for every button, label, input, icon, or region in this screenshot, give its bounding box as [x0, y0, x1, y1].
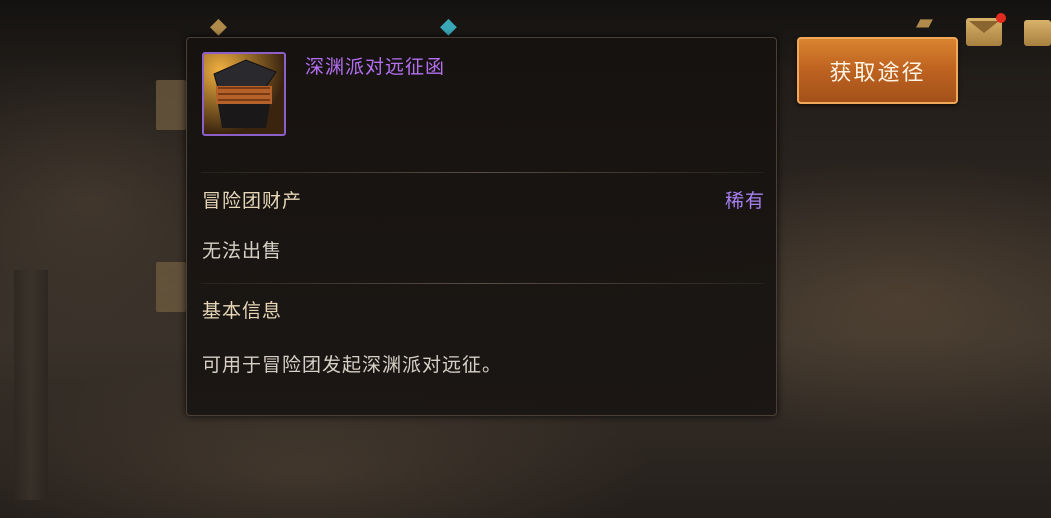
item-name: 深渊派对远征函 [305, 56, 446, 78]
divider [201, 172, 764, 173]
item-category: 冒险团财产 [202, 190, 303, 212]
item-tooltip: 深渊派对远征函 冒险团财产 稀有 无法出售 基本信息 可用于冒险团发起深渊派对远… [186, 37, 777, 416]
gem-icon: ◆ [440, 14, 457, 39]
chest-icon[interactable]: ▰ [916, 10, 933, 35]
sell-status: 无法出售 [202, 240, 283, 262]
section-title: 基本信息 [202, 300, 283, 322]
gold-icon: ◆ [210, 14, 227, 39]
mail-icon[interactable] [966, 18, 1002, 46]
item-icon [202, 52, 286, 136]
rarity-label: 稀有 [724, 190, 765, 212]
chat-icon[interactable] [1024, 20, 1051, 46]
expedition-letter-icon [204, 54, 284, 134]
item-description: 可用于冒险团发起深渊派对远征。 [202, 354, 503, 376]
notification-dot [996, 13, 1006, 23]
background-tab[interactable] [156, 80, 186, 130]
background-tab[interactable] [156, 262, 186, 312]
obtain-source-button[interactable]: 获取途径 [797, 37, 958, 104]
divider [201, 283, 764, 284]
background-pillar [14, 270, 48, 500]
